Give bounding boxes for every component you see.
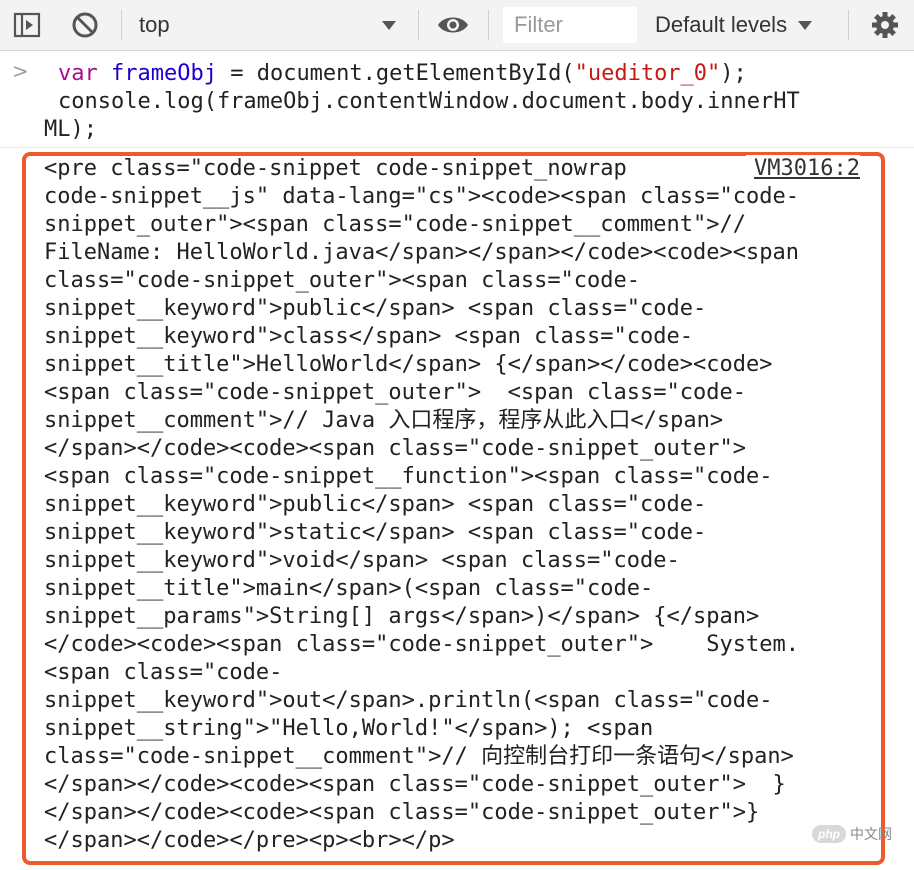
toolbar-divider: [848, 10, 849, 40]
dropdown-arrow-icon: [382, 21, 396, 30]
php-logo-icon: php: [812, 825, 846, 843]
sidebar-toggle-button[interactable]: [12, 0, 42, 50]
filter-box: [503, 7, 637, 43]
console-toolbar: top Default levels: [0, 0, 914, 51]
console-settings-button[interactable]: [870, 0, 900, 50]
toolbar-divider: [488, 10, 489, 40]
source-link[interactable]: VM3016:2: [746, 155, 860, 183]
command-line-2: console.log(frameObj.contentWindow.docum…: [58, 89, 800, 114]
string-literal: "ueditor_0": [574, 61, 721, 86]
command-line-1: var frameObj = document.getElementById("…: [58, 60, 747, 88]
command-line-3: ML);: [44, 117, 97, 142]
eye-icon: [438, 17, 468, 33]
command-line-1-mid: = document.getElementById(: [216, 61, 575, 86]
context-selector[interactable]: top: [139, 0, 401, 50]
toolbar-divider: [121, 10, 122, 40]
clear-console-button[interactable]: [70, 0, 100, 50]
levels-arrow-icon: [798, 21, 813, 30]
gear-icon: [872, 12, 898, 38]
sidebar-toggle-icon: [13, 12, 41, 38]
toolbar-divider: [418, 10, 419, 40]
log-levels-label: Default levels: [655, 12, 788, 37]
command-line-1-end: );: [720, 61, 747, 86]
filter-input[interactable]: [512, 11, 636, 39]
watermark: php 中文网: [812, 824, 892, 844]
prompt-chevron-icon: >: [12, 59, 29, 83]
live-expression-button[interactable]: [436, 0, 470, 50]
log-levels-dropdown[interactable]: Default levels: [655, 0, 813, 50]
watermark-text: 中文网: [850, 826, 892, 842]
console-output: <pre class="code-snippet code-snippet_no…: [44, 156, 799, 853]
clear-console-icon: [72, 12, 98, 38]
keyword-var: var: [58, 61, 98, 86]
identifier-frameobj: frameObj: [111, 61, 217, 86]
context-label: top: [139, 12, 170, 37]
